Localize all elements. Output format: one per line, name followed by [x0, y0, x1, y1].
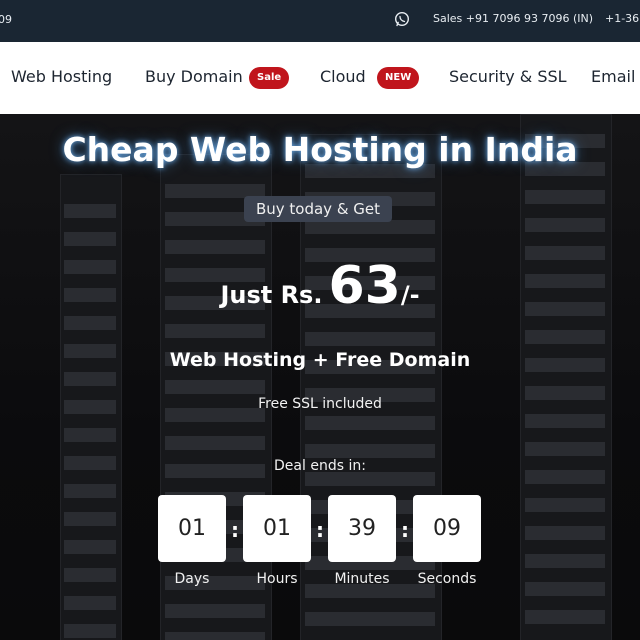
countdown-minutes-label: Minutes	[334, 571, 390, 587]
hero-background	[0, 114, 640, 640]
rack-slat	[64, 540, 116, 554]
countdown-separator: :	[401, 518, 409, 542]
top-bar: 09 Sales +91 7096 93 7096 (IN) +1-361	[0, 0, 640, 42]
rack-slat	[64, 568, 116, 582]
rack-slat	[165, 240, 265, 254]
sales-phone-link[interactable]: Sales +91 7096 93 7096 (IN)	[433, 12, 593, 25]
rack-slat	[525, 526, 605, 540]
rack-slat	[525, 582, 605, 596]
countdown-separator: :	[316, 518, 324, 542]
rack-slat	[525, 330, 605, 344]
rack-slat	[64, 204, 116, 218]
rack-slat	[525, 414, 605, 428]
nav-item-cloud[interactable]: Cloud	[320, 67, 366, 86]
rack-slat	[305, 416, 435, 430]
rack-slat	[64, 596, 116, 610]
rack-slat	[165, 436, 265, 450]
rack-slat	[525, 498, 605, 512]
rack-slat	[525, 190, 605, 204]
rack-slat	[64, 484, 116, 498]
hero-title: Cheap Web Hosting in India	[62, 130, 578, 169]
buy-today-pill: Buy today & Get	[244, 196, 392, 222]
us-phone-link[interactable]: +1-361	[605, 12, 640, 25]
rack-slat	[305, 220, 435, 234]
top-bar-left-number: 09	[0, 13, 12, 26]
rack-slat	[305, 612, 435, 626]
rack-slat	[64, 372, 116, 386]
offer-text: Web Hosting + Free Domain	[169, 349, 471, 371]
price-prefix: Just Rs.	[220, 281, 323, 309]
rack-slat	[525, 554, 605, 568]
rack-slat	[64, 428, 116, 442]
deal-ends-label: Deal ends in:	[274, 458, 366, 474]
countdown-hours-box: 01	[243, 495, 311, 562]
rack-slat	[64, 232, 116, 246]
ssl-note: Free SSL included	[258, 396, 382, 412]
whatsapp-icon[interactable]	[394, 11, 410, 27]
rack-slat	[165, 380, 265, 394]
nav-item-email[interactable]: Email	[591, 67, 635, 86]
rack-slat	[165, 604, 265, 618]
rack-slat	[64, 316, 116, 330]
rack-slat	[165, 632, 265, 640]
countdown-separator: :	[231, 518, 239, 542]
rack-slat	[525, 610, 605, 624]
price-line: Just Rs. 63/-	[0, 256, 640, 316]
rack-slat	[525, 218, 605, 232]
countdown-minutes-box: 39	[328, 495, 396, 562]
new-badge: NEW	[377, 67, 420, 89]
rack-slat	[64, 512, 116, 526]
main-nav: Web Hosting Buy Domain Sale Cloud NEW Se…	[0, 42, 640, 114]
rack-slat	[305, 332, 435, 346]
countdown-seconds-label: Seconds	[417, 571, 477, 587]
countdown-days-label: Days	[174, 571, 210, 587]
rack-slat	[305, 472, 435, 486]
countdown-hours-label: Hours	[256, 571, 298, 587]
rack-slat	[525, 442, 605, 456]
nav-item-buy-domain[interactable]: Buy Domain	[145, 67, 243, 86]
nav-item-security-ssl[interactable]: Security & SSL	[449, 67, 567, 86]
countdown-seconds-box: 09	[413, 495, 481, 562]
rack-slat	[165, 324, 265, 338]
rack-slat	[64, 624, 116, 638]
countdown-days-box: 01	[158, 495, 226, 562]
sale-badge: Sale	[249, 67, 290, 89]
rack-slat	[305, 444, 435, 458]
price-value: 63	[328, 256, 401, 316]
price-suffix: /-	[400, 281, 420, 309]
nav-item-web-hosting[interactable]: Web Hosting	[11, 67, 112, 86]
